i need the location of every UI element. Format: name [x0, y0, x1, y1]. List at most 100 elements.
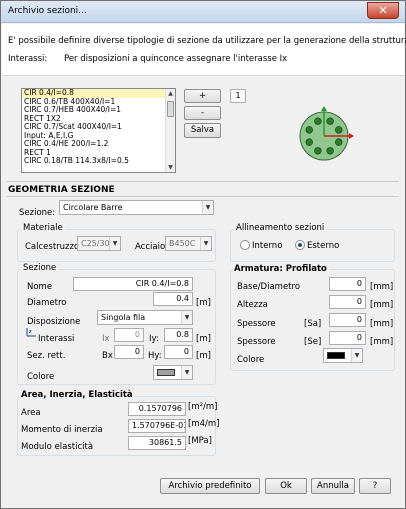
iy-label: Iy: — [149, 334, 159, 344]
nome-label: Nome — [27, 282, 53, 292]
modulo-value: 30861.5 — [128, 436, 186, 450]
spessore-sa-tag: [Sa] — [304, 319, 322, 329]
diametro-unit: [m] — [196, 298, 211, 308]
rebar-dot — [314, 117, 322, 125]
remove-section-button[interactable]: - — [184, 106, 221, 120]
area-title: Area, Inerzia, Elasticità — [19, 390, 135, 400]
diametro-input[interactable]: 0.4 — [153, 292, 193, 306]
colore-sezione-picker[interactable]: ▼ — [153, 365, 193, 380]
add-section-button[interactable]: + — [184, 89, 221, 103]
acciaio-select[interactable]: B450C ▼ — [165, 236, 212, 251]
interno-radio[interactable] — [240, 240, 250, 250]
chevron-down-icon[interactable]: ▼ — [202, 201, 213, 214]
ix-input[interactable]: 0 — [114, 328, 144, 342]
rebar-dot — [305, 138, 313, 146]
altezza-unit: [mm] — [370, 300, 394, 310]
disposizione-value: Singola fila — [101, 313, 146, 322]
close-button[interactable]: ✕ — [367, 2, 399, 19]
window-title: Archivio sezioni... — [8, 6, 87, 16]
section-listbox[interactable]: CIR 0.4/I=0.8 CIRC 0.6/TB 400X40/I=1 CIRC … — [21, 88, 176, 173]
sez-rett-label: Sez. rett. — [27, 351, 66, 361]
annulla-button[interactable]: Annulla — [311, 478, 355, 494]
disposizione-label: Disposizione — [27, 317, 81, 327]
calcestruzzo-label: Calcestruzzo — [25, 242, 80, 252]
colore-sezione-label: Colore — [27, 372, 55, 382]
archivio-predefinito-button[interactable]: Archivio predefinito — [160, 478, 260, 494]
sezione-type-select[interactable]: Circolare Barre ▼ — [59, 200, 214, 215]
altezza-input[interactable]: 0 — [329, 295, 366, 309]
sezione-type-value: Circolare Barre — [63, 203, 123, 212]
geometria-title: GEOMETRIA SEZIONE — [8, 185, 115, 195]
x-axis-arrow — [349, 133, 354, 139]
rebar-dot — [335, 126, 343, 134]
sezione-title: Sezione — [21, 263, 59, 273]
ix-label: Ix — [102, 334, 110, 344]
area-label: Area — [21, 408, 41, 418]
interassi-unit: [m] — [196, 334, 211, 344]
chevron-down-icon[interactable]: ▼ — [181, 366, 192, 379]
chevron-down-icon[interactable]: ▼ — [200, 237, 211, 250]
interassi-note: Per disposizioni a quinconce assegnare l… — [64, 54, 288, 64]
section-count-field: 1 — [230, 89, 246, 103]
rebar-dot — [326, 147, 334, 155]
inerzia-value: 1.570796E-03 — [128, 419, 186, 433]
base-label: Base/Diametro — [237, 282, 301, 292]
inerzia-unit: [m4/m] — [188, 419, 220, 429]
colore-armatura-label: Colore — [237, 355, 265, 365]
rebar-dot — [305, 126, 313, 134]
nome-input[interactable]: CIR 0.4/I=0.8 — [73, 277, 193, 291]
altezza-label: Altezza — [237, 300, 268, 310]
ok-button[interactable]: Ok — [265, 478, 307, 494]
scroll-thumb[interactable] — [167, 101, 174, 117]
svg-text:z: z — [29, 329, 32, 335]
spessore-se-label: Spessore — [237, 337, 276, 347]
chevron-down-icon[interactable]: ▼ — [109, 237, 120, 250]
list-item[interactable]: CIRC 0.18/TB 114.3x8/I=0.5 — [22, 156, 175, 166]
chevron-down-icon[interactable]: ▼ — [351, 349, 362, 362]
acciaio-value: B450C — [169, 239, 196, 248]
esterno-label[interactable]: Esterno — [307, 241, 339, 251]
list-scrollbar[interactable]: ▲ ▼ — [165, 89, 175, 172]
armatura-title: Armatura: Profilato — [232, 264, 329, 274]
calcestruzzo-value: C25/30 — [81, 239, 110, 248]
modulo-label: Modulo elasticità — [21, 442, 94, 452]
iy-input[interactable]: 0.8 — [164, 328, 193, 342]
bx-label: Bx — [102, 351, 113, 361]
interno-label[interactable]: Interno — [252, 241, 282, 251]
modulo-unit: [MPa] — [188, 436, 212, 446]
colore-armatura-picker[interactable]: ▼ — [323, 348, 363, 363]
chevron-down-icon[interactable]: ▼ — [181, 311, 192, 324]
spessore-se-unit: [mm] — [370, 337, 394, 347]
y-axis-arrow — [321, 106, 327, 111]
esterno-radio[interactable] — [295, 240, 305, 250]
color-swatch — [157, 369, 175, 376]
interassi-field-label: Interassi — [38, 334, 75, 344]
section-preview — [299, 106, 354, 161]
header-description: E' possibile definire diverse tipologie … — [8, 36, 406, 46]
title-bar[interactable]: Archivio sezioni... ✕ — [1, 1, 405, 23]
bx-input[interactable]: 0 — [114, 345, 144, 359]
rebar-dot — [314, 147, 322, 155]
separator — [7, 181, 399, 182]
calcestruzzo-select[interactable]: C25/30 ▼ — [77, 236, 121, 251]
dialog-window: Archivio sezioni... ✕ E' possibile defin… — [0, 0, 406, 509]
spessore-sa-input[interactable]: 0 — [329, 313, 366, 327]
sez-rett-unit: [m] — [196, 351, 211, 361]
allineamento-title: Allineamento sezioni — [234, 223, 327, 233]
save-section-button[interactable]: Salva — [184, 123, 221, 138]
scroll-up-icon[interactable]: ▲ — [166, 89, 175, 98]
spessore-se-tag: [Se] — [304, 337, 322, 347]
base-input[interactable]: 0 — [329, 277, 366, 291]
help-button[interactable]: ? — [359, 478, 391, 494]
hy-input[interactable]: 0 — [164, 345, 193, 359]
scroll-down-icon[interactable]: ▼ — [166, 163, 175, 172]
materiale-title: Materiale — [21, 223, 65, 233]
rebar-dot — [326, 117, 334, 125]
spessore-se-input[interactable]: 0 — [329, 331, 366, 345]
area-value: 0.1570796 — [128, 402, 186, 416]
disposizione-select[interactable]: Singola fila ▼ — [97, 310, 193, 325]
inerzia-label: Momento di inerzia — [21, 425, 103, 435]
acciaio-label: Acciaio — [135, 242, 166, 252]
spessore-sa-unit: [mm] — [370, 319, 394, 329]
separator — [7, 196, 399, 197]
